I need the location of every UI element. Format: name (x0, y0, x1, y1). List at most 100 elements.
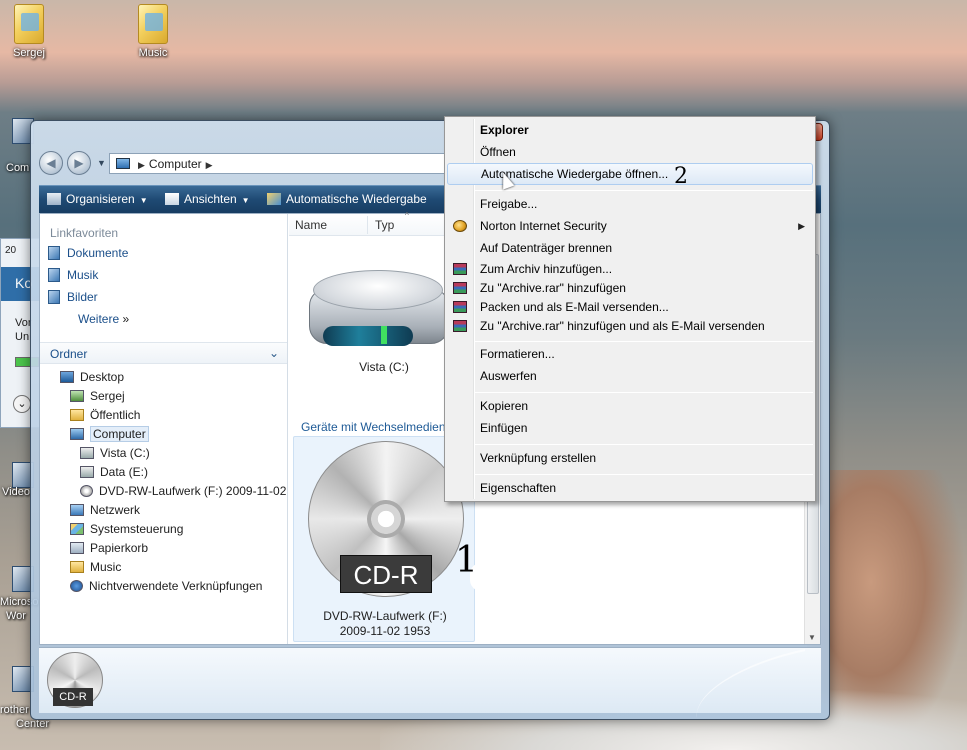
tree-item-network[interactable]: Netzwerk (40, 501, 287, 520)
annotation-step-two: 2 (674, 164, 688, 189)
views-icon (164, 193, 179, 205)
views-label: Ansichten (183, 192, 237, 206)
tree-item-label: Nichtverwendete Verknüpfungen (89, 579, 263, 593)
tree-item-computer[interactable]: Computer (40, 425, 287, 444)
views-button[interactable]: Ansichten ▼ (164, 192, 250, 206)
cd-r-badge: CD-R (340, 555, 432, 593)
drive-icon (80, 447, 94, 459)
back-button[interactable]: ◀ (39, 151, 63, 175)
tree-item-sergej[interactable]: Sergej (40, 387, 287, 406)
folders-header-label: Ordner (50, 347, 88, 361)
favorite-link-label: Bilder (67, 290, 98, 304)
winrar-icon (453, 320, 467, 332)
computer-icon (116, 158, 130, 169)
chevron-down-icon: ⌄ (268, 346, 279, 360)
menu-separator (475, 341, 813, 342)
forward-button[interactable]: ▶ (67, 151, 91, 175)
tree-item-data-e[interactable]: Data (E:) (40, 463, 287, 482)
dvd-icon (80, 485, 93, 497)
background-window-text: Un (15, 331, 30, 343)
address-bar[interactable]: ▶ Computer ▶ (109, 153, 449, 174)
favorite-links: Dokumente Musik Bilder Weitere » (40, 240, 287, 334)
organize-label: Organisieren (66, 192, 135, 206)
cd-r-badge: CD-R (53, 688, 93, 706)
folder-icon (70, 561, 84, 573)
desktop-icon-label: Sergej (13, 47, 45, 59)
menu-item-burn[interactable]: Auf Datenträger brennen (447, 237, 813, 259)
folders-header[interactable]: Ordner ⌄ (40, 342, 287, 364)
menu-item-sharing[interactable]: Freigabe... (447, 193, 813, 215)
breadcrumb-computer[interactable]: Computer (149, 157, 202, 171)
documents-icon (48, 246, 60, 260)
desktop-icon-label: Music (138, 47, 168, 59)
user-folder-icon (14, 4, 44, 44)
breadcrumb-separator-icon[interactable]: ▶ (206, 160, 213, 170)
organize-icon (47, 193, 61, 205)
menu-item-label: Zum Archiv hinzufügen... (480, 262, 613, 276)
menu-item-explorer[interactable]: Explorer (447, 119, 813, 141)
network-icon (70, 504, 84, 516)
organize-button[interactable]: Organisieren ▼ (47, 192, 148, 206)
menu-item-properties[interactable]: Eigenschaften (447, 477, 813, 499)
double-chevron-icon: » (122, 312, 130, 326)
autoplay-label: Automatische Wiedergabe (285, 192, 427, 206)
column-name[interactable]: Name (295, 218, 327, 232)
recent-pages-dropdown[interactable]: ▼ (97, 158, 106, 168)
tree-item-public[interactable]: Öffentlich (40, 406, 287, 425)
winrar-icon (453, 282, 467, 294)
menu-item-create-shortcut[interactable]: Verknüpfung erstellen (447, 447, 813, 469)
folder-tree: Desktop Sergej Öffentlich Computer Vista… (40, 364, 287, 596)
tree-item-desktop[interactable]: Desktop (40, 368, 287, 387)
menu-separator (475, 474, 813, 475)
menu-item-add-rar-and-email[interactable]: Zu "Archive.rar" hinzufügen und als E-Ma… (447, 315, 813, 337)
tree-item-music[interactable]: Music (40, 558, 287, 577)
drive-led-icon (381, 326, 387, 344)
favorite-link-label: Dokumente (67, 246, 129, 260)
dvd-drive-volume: 2009-11-02 1953 (339, 624, 431, 638)
tree-item-unused-shortcuts[interactable]: Nichtverwendete Verknüpfungen (40, 577, 287, 596)
music-icon (48, 268, 60, 282)
recycle-bin-icon (70, 542, 84, 554)
control-panel-icon (70, 523, 84, 535)
tree-item-dvd-f[interactable]: DVD-RW-Laufwerk (F:) 2009-11-02 1 (40, 482, 287, 501)
tree-item-label: Vista (C:) (100, 446, 150, 460)
tree-item-vista-c[interactable]: Vista (C:) (40, 444, 287, 463)
desktop-icon-music[interactable]: Music (118, 4, 188, 59)
chevron-down-icon[interactable]: ⌄ (13, 395, 31, 413)
menu-separator (475, 392, 813, 393)
group-removable-devices: Geräte mit Wechselmedien (301, 420, 446, 434)
favorite-link-pictures[interactable]: Bilder (48, 290, 287, 312)
desktop-fragment-com: Com (6, 162, 30, 174)
more-links[interactable]: Weitere » (48, 312, 287, 334)
column-divider[interactable] (367, 216, 368, 234)
pictures-icon (48, 290, 60, 304)
desktop-icon-sergej[interactable]: Sergej (0, 4, 64, 59)
hard-drive-icon (313, 270, 443, 310)
menu-item-eject[interactable]: Auswerfen (447, 365, 813, 387)
desktop-icon (60, 371, 74, 383)
computer-icon (70, 428, 84, 440)
favorite-link-documents[interactable]: Dokumente (48, 246, 287, 268)
background-window-title: 20 (5, 245, 17, 256)
menu-separator (475, 444, 813, 445)
favorite-link-music[interactable]: Musik (48, 268, 287, 290)
desktop-fragment-wor: Wor (6, 610, 26, 622)
menu-item-copy[interactable]: Kopieren (447, 395, 813, 417)
submenu-arrow-icon: ▶ (798, 221, 805, 231)
menu-item-format[interactable]: Formatieren... (447, 343, 813, 365)
menu-item-paste[interactable]: Einfügen (447, 417, 813, 439)
column-type[interactable]: Typ (375, 218, 394, 232)
dvd-drive-name: DVD-RW-Laufwerk (F:) (323, 609, 447, 623)
tree-item-recycle-bin[interactable]: Papierkorb (40, 539, 287, 558)
tree-item-label: DVD-RW-Laufwerk (F:) 2009-11-02 1 (99, 484, 287, 498)
windows-logo-icon (323, 326, 413, 346)
autoplay-button[interactable]: Automatische Wiedergabe (266, 192, 427, 206)
scroll-down-icon[interactable]: ▼ (808, 633, 816, 642)
winrar-icon (453, 263, 467, 275)
menu-item-norton[interactable]: Norton Internet Security ▶ (447, 215, 813, 237)
desktop-fragment-video: Video (2, 486, 30, 498)
drive-icon (80, 466, 94, 478)
menu-item-open[interactable]: Öffnen (447, 141, 813, 163)
tree-item-control-panel[interactable]: Systemsteuerung (40, 520, 287, 539)
drive-c-item[interactable] (303, 264, 451, 354)
